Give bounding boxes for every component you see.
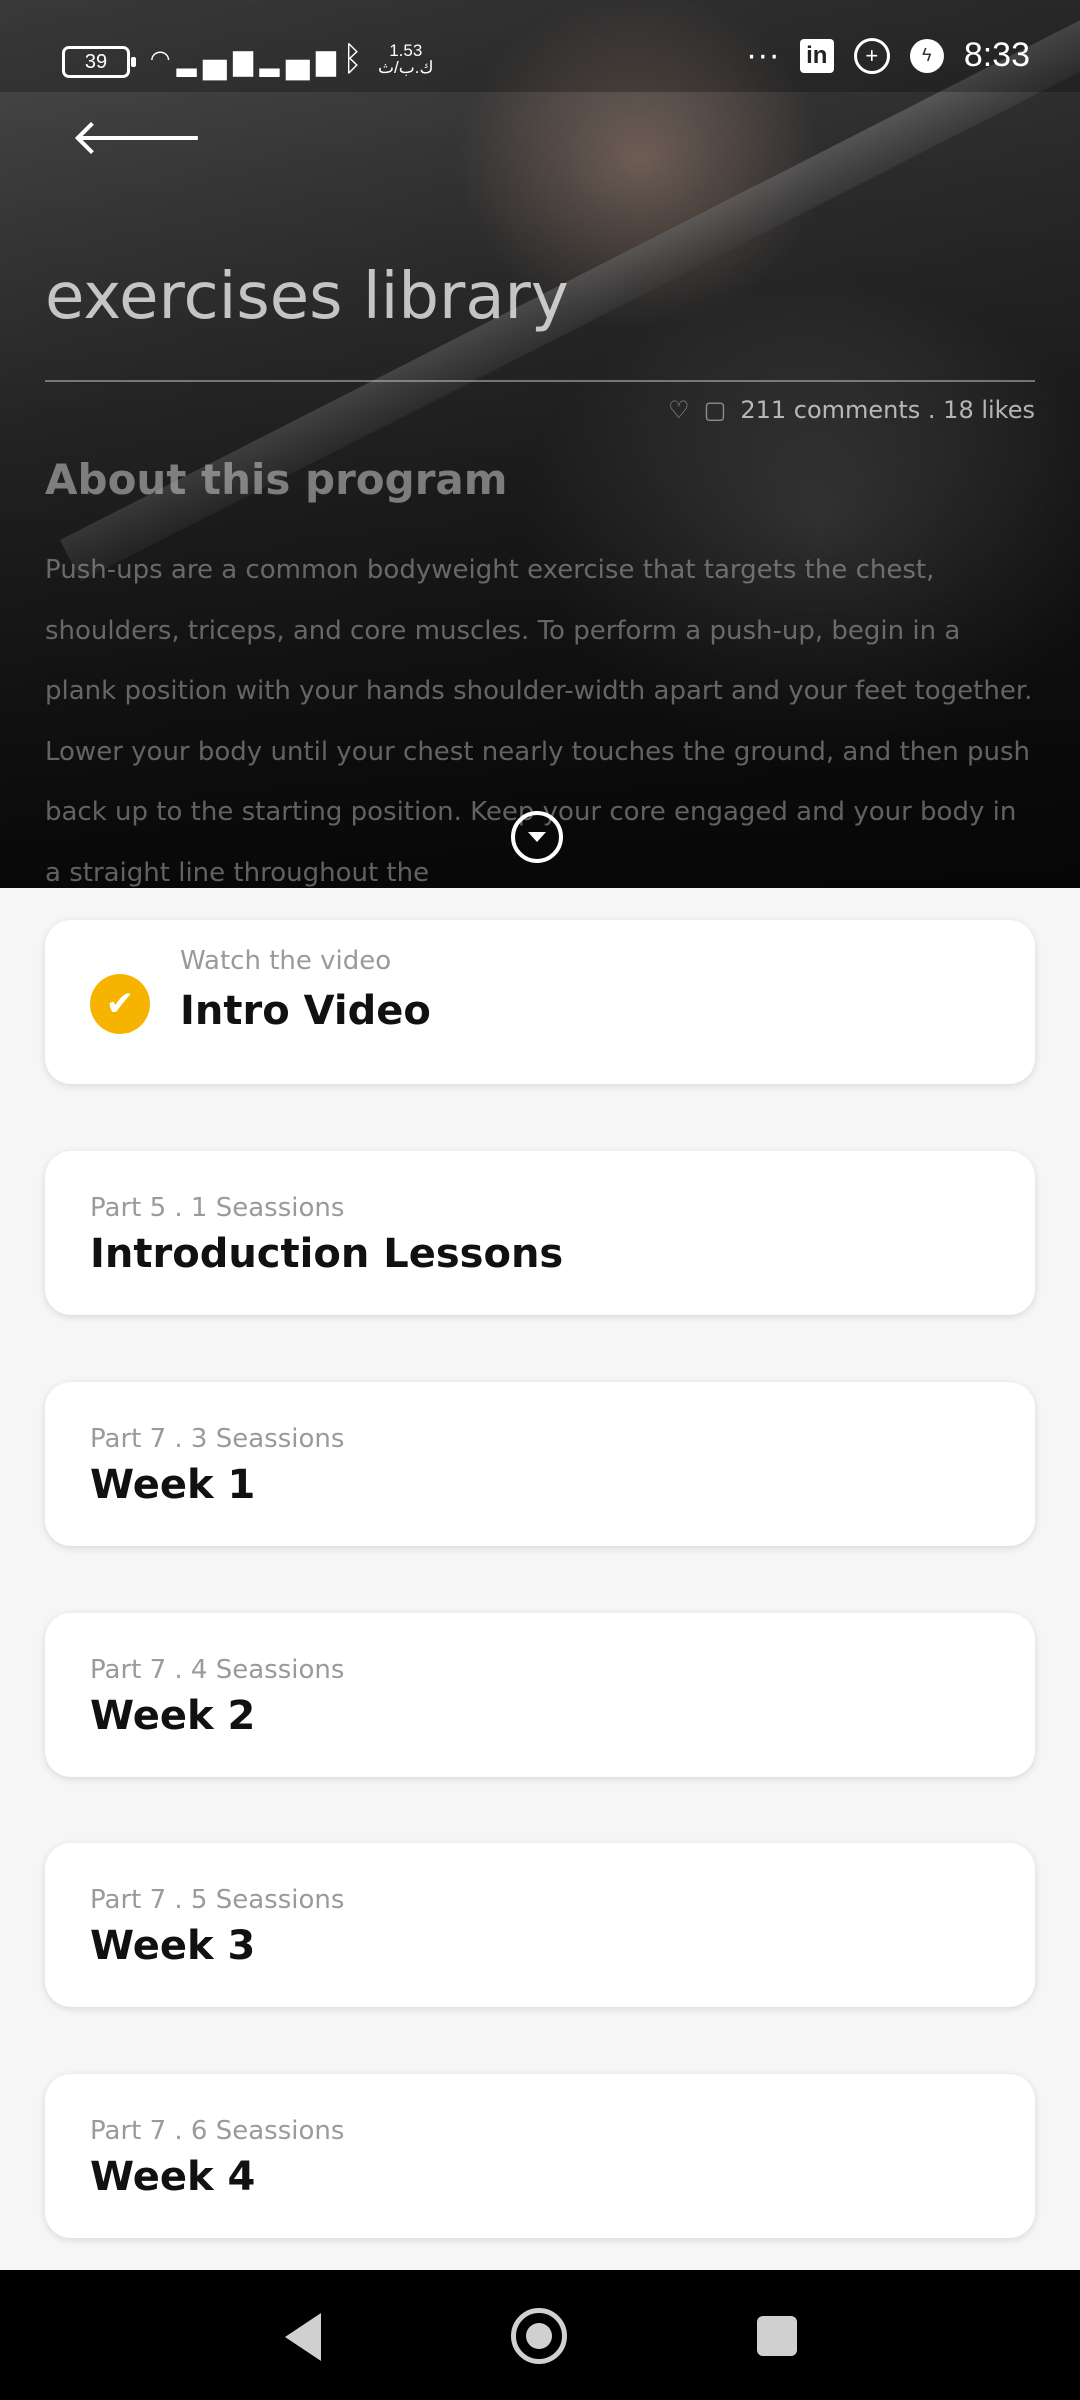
signal-icon-2: ▂▄▆ [259,40,343,78]
part-card-title: Week 1 [90,1462,256,1508]
back-arrow-icon[interactable]: 🡐 [70,112,204,162]
part-card-title: Week 2 [90,1693,256,1739]
nav-home-icon[interactable] [511,2308,567,2364]
program-hero: 39 ◠▂▄▆▂▄▆ᛒ 1.53 ك.ب/ث ··· in + ϟ 8:33 🡐… [0,0,1080,888]
system-navigation-bar [0,2270,1080,2400]
part-card-title: Week 4 [90,2154,256,2200]
part-card-subtitle: Part 7 . 5 Seassions [90,1885,345,1915]
messenger-icon: ϟ [909,38,944,73]
part-card-introduction[interactable]: Part 5 . 1 Seassions Introduction Lesson… [45,1151,1035,1315]
checkmark-icon: ✔ [90,974,150,1034]
battery-icon: 39 [62,46,136,78]
video-card-subtitle: Watch the video [180,946,392,976]
comment-icon[interactable]: ▢ [704,396,727,424]
linkedin-icon: in [799,38,834,73]
battery-level: 39 [84,51,108,73]
part-card-subtitle: Part 7 . 3 Seassions [90,1424,345,1454]
video-card-title: Intro Video [180,988,431,1034]
wifi-icon: ◠ [150,40,177,78]
intro-video-card[interactable]: ✔ Watch the video Intro Video [45,920,1035,1084]
expand-description-icon[interactable] [511,811,563,863]
network-speed-value: 1.53 [389,41,423,60]
more-notifications-icon: ··· [745,36,780,74]
network-speed: 1.53 ك.ب/ث [378,42,433,76]
part-card-week-3[interactable]: Part 7 . 5 Seassions Week 3 [45,1843,1035,2007]
heart-icon[interactable]: ♡ [668,396,690,424]
status-right: ··· in + ϟ 8:33 [746,36,1030,75]
part-card-week-1[interactable]: Part 7 . 3 Seassions Week 1 [45,1382,1035,1546]
part-card-title: Week 3 [90,1923,256,1969]
part-card-week-4[interactable]: Part 7 . 6 Seassions Week 4 [45,2074,1035,2238]
part-card-subtitle: Part 5 . 1 Seassions [90,1193,345,1223]
title-divider [45,380,1035,382]
page-title: exercises library [45,260,569,334]
comments-likes-count: 211 comments . 18 likes [740,396,1035,424]
bluetooth-icon: ᛒ [342,40,369,78]
nav-recents-icon[interactable] [757,2316,797,2356]
about-heading: About this program [45,455,508,504]
signal-icon: ▂▄▆ [176,40,260,78]
status-time: 8:33 [963,36,1030,74]
part-card-subtitle: Part 7 . 4 Seassions [90,1655,345,1685]
network-speed-unit: ك.ب/ث [378,58,434,77]
add-circle-icon: + [853,37,890,74]
part-card-subtitle: Part 7 . 6 Seassions [90,2116,345,2146]
connectivity-icons: ◠▂▄▆▂▄▆ᛒ [150,40,369,79]
nav-back-icon[interactable] [285,2313,321,2361]
status-bar: 39 ◠▂▄▆▂▄▆ᛒ 1.53 ك.ب/ث ··· in + ϟ 8:33 [0,0,1080,92]
part-card-title: Introduction Lessons [90,1231,564,1277]
engagement-stats: ♡ ▢ 211 comments . 18 likes [668,396,1035,424]
part-card-week-2[interactable]: Part 7 . 4 Seassions Week 2 [45,1613,1035,1777]
